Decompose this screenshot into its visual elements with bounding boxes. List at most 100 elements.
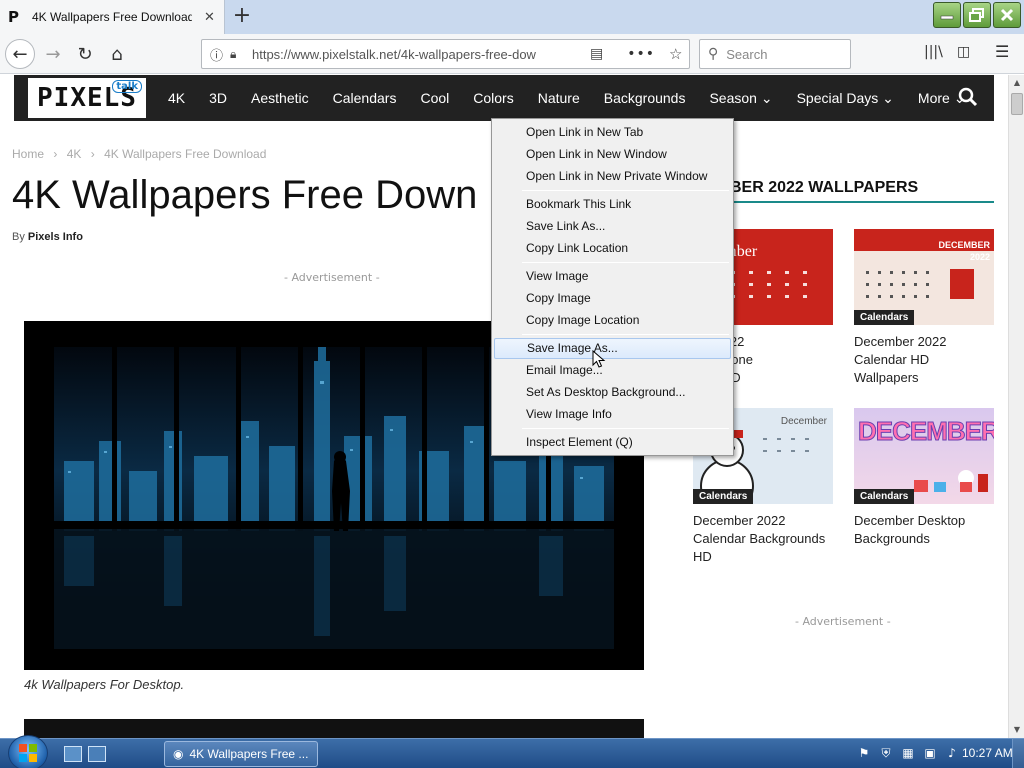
card-title[interactable]: December 2022 Calendar Backgrounds HD xyxy=(693,512,833,566)
menu-copy-link-location[interactable]: Copy Link Location xyxy=(494,238,731,259)
menu-view-image-info[interactable]: View Image Info xyxy=(494,404,731,425)
tab-bar: P 4K Wallpapers Free Download - ✕ + xyxy=(0,0,1024,34)
open-menu-button[interactable]: ☰ xyxy=(995,42,1009,61)
menu-item-aesthetic[interactable]: Aesthetic xyxy=(251,90,309,106)
system-clock[interactable]: 10:27 AM xyxy=(962,746,1013,760)
show-desktop-quicklaunch-icon[interactable] xyxy=(64,746,82,762)
breadcrumb: Home › 4K › 4K Wallpapers Free Download xyxy=(12,147,272,161)
shield-icon[interactable]: ⛨ xyxy=(878,745,894,761)
menu-set-desktop-background[interactable]: Set As Desktop Background... xyxy=(494,382,731,403)
context-menu: Open Link in New Tab Open Link in New Wi… xyxy=(491,118,734,456)
menu-open-link-new-window[interactable]: Open Link in New Window xyxy=(494,144,731,165)
menu-item-special-days[interactable]: Special Days ⌄ xyxy=(797,90,894,107)
scroll-up-arrow-icon[interactable]: ▲ xyxy=(1009,75,1024,91)
bookmark-star-icon[interactable]: ☆ xyxy=(669,45,682,63)
card-image[interactable]: DECEMBER 2022 Calendars xyxy=(854,229,994,325)
security-center-icon[interactable]: ▦ xyxy=(900,745,916,761)
new-tab-button[interactable]: + xyxy=(229,4,255,30)
tab-close-icon[interactable]: ✕ xyxy=(204,10,215,25)
menu-bookmark-link[interactable]: Bookmark This Link xyxy=(494,194,731,215)
menu-item-4k[interactable]: 4K xyxy=(168,90,185,106)
url-text[interactable]: https://www.pixelstalk.net/4k-wallpapers… xyxy=(252,47,562,62)
home-button[interactable]: ⌂ xyxy=(102,39,132,69)
start-button[interactable] xyxy=(8,735,48,768)
scroll-down-arrow-icon[interactable]: ▼ xyxy=(1009,722,1024,738)
menu-email-image[interactable]: Email Image... xyxy=(494,360,731,381)
card-title-line: HD xyxy=(693,549,712,564)
show-desktop-button[interactable] xyxy=(1012,739,1024,768)
second-image[interactable] xyxy=(24,719,644,738)
card-title-line: December Desktop xyxy=(854,513,966,528)
taskbar-firefox-window[interactable]: ◉ 4K Wallpapers Free ... xyxy=(164,741,318,767)
system-tray: ⚑ ⛨ ▦ ▣ ♪ xyxy=(856,745,960,761)
mouse-cursor-icon xyxy=(592,350,606,368)
scroll-thumb[interactable] xyxy=(1011,93,1023,115)
forward-button[interactable]: → xyxy=(38,39,68,69)
minimize-button[interactable] xyxy=(933,2,961,28)
menu-open-link-new-tab[interactable]: Open Link in New Tab xyxy=(494,122,731,143)
home-icon: ⌂ xyxy=(111,43,123,65)
vertical-scrollbar[interactable]: ▲ ▼ xyxy=(1008,75,1024,738)
menu-item-backgrounds[interactable]: Backgrounds xyxy=(604,90,686,106)
menu-copy-image-location[interactable]: Copy Image Location xyxy=(494,310,731,331)
menu-item-season[interactable]: Season ⌄ xyxy=(709,90,772,107)
minimize-icon xyxy=(940,15,954,20)
card-title-line: December 2022 xyxy=(854,334,947,349)
firefox-icon: ◉ xyxy=(173,747,184,761)
breadcrumb-4k[interactable]: 4K xyxy=(67,147,82,161)
site-logo[interactable]: PIXELS talk xyxy=(28,78,146,118)
sidebar-icon: ◫ xyxy=(957,44,971,60)
card-title-line: Wallpapers xyxy=(854,370,919,385)
lock-icon[interactable]: 🔒︎ xyxy=(230,47,246,62)
menu-item-colors[interactable]: Colors xyxy=(473,90,513,106)
menu-item-calendars[interactable]: Calendars xyxy=(333,90,397,106)
switch-windows-quicklaunch-icon[interactable] xyxy=(88,746,106,762)
library-button[interactable]: |||\ xyxy=(924,44,943,60)
search-input[interactable]: ⚲ Search xyxy=(699,39,851,69)
windows-logo-icon xyxy=(19,744,37,762)
flag-icon[interactable]: ⚑ xyxy=(856,745,872,761)
sidebar-button[interactable]: ◫ xyxy=(957,44,970,60)
volume-icon[interactable]: ♪ xyxy=(944,745,960,761)
card-badge[interactable]: Calendars xyxy=(693,489,754,504)
menu-inspect-element[interactable]: Inspect Element (Q) xyxy=(494,432,731,453)
menu-item-cool[interactable]: Cool xyxy=(420,90,449,106)
restore-button[interactable] xyxy=(963,2,991,28)
page-actions-icon[interactable]: ••• xyxy=(627,46,655,62)
menu-view-image[interactable]: View Image xyxy=(494,266,731,287)
info-icon[interactable]: ⓘ xyxy=(210,45,228,64)
back-button[interactable]: ← xyxy=(5,39,35,69)
menu-save-link-as[interactable]: Save Link As... xyxy=(494,216,731,237)
advertisement-label: - Advertisement - xyxy=(284,271,380,284)
browser-tab[interactable]: P 4K Wallpapers Free Download - ✕ xyxy=(0,0,225,34)
url-bar[interactable]: ⓘ 🔒︎ https://www.pixelstalk.net/4k-wallp… xyxy=(201,39,690,69)
card-badge[interactable]: Calendars xyxy=(854,489,915,504)
card-title[interactable]: December 2022 Calendar HD Wallpapers xyxy=(854,333,994,387)
card-image[interactable]: DECEMBER Calendars xyxy=(854,408,994,504)
card-badge[interactable]: Calendars xyxy=(854,310,915,325)
reader-view-icon[interactable]: ▤ xyxy=(590,46,603,62)
menu-save-image-as[interactable]: Save Image As... xyxy=(494,338,731,359)
network-icon[interactable]: ▣ xyxy=(922,745,938,761)
menu-item-more-label: More xyxy=(917,89,950,106)
close-window-button[interactable] xyxy=(993,2,1021,28)
card-title[interactable]: December Desktop Backgrounds xyxy=(854,512,994,548)
menu-open-link-private-window[interactable]: Open Link in New Private Window xyxy=(494,166,731,187)
card-title-line: December 2022 xyxy=(693,513,786,528)
reload-button[interactable]: ↻ xyxy=(70,39,100,69)
arrow-left-icon: ← xyxy=(12,43,28,65)
site-search-icon[interactable] xyxy=(958,87,978,112)
breadcrumb-separator: › xyxy=(53,147,58,161)
logo-badge: talk xyxy=(112,80,142,93)
chevron-down-icon: ⌄ xyxy=(882,89,894,106)
menu-item-3d[interactable]: 3D xyxy=(209,90,227,106)
breadcrumb-home[interactable]: Home xyxy=(12,147,44,161)
menu-item-nature[interactable]: Nature xyxy=(538,90,580,106)
hamburger-icon: ☰ xyxy=(995,42,1010,61)
section-title: EMBER 2022 WALLPAPERS xyxy=(706,179,919,196)
menu-copy-image[interactable]: Copy Image xyxy=(494,288,731,309)
menu-item-special-days-label: Special Days xyxy=(796,89,879,106)
search-icon: ⚲ xyxy=(708,46,719,62)
author-link[interactable]: Pixels Info xyxy=(28,231,83,243)
library-icon: |||\ xyxy=(924,44,943,60)
